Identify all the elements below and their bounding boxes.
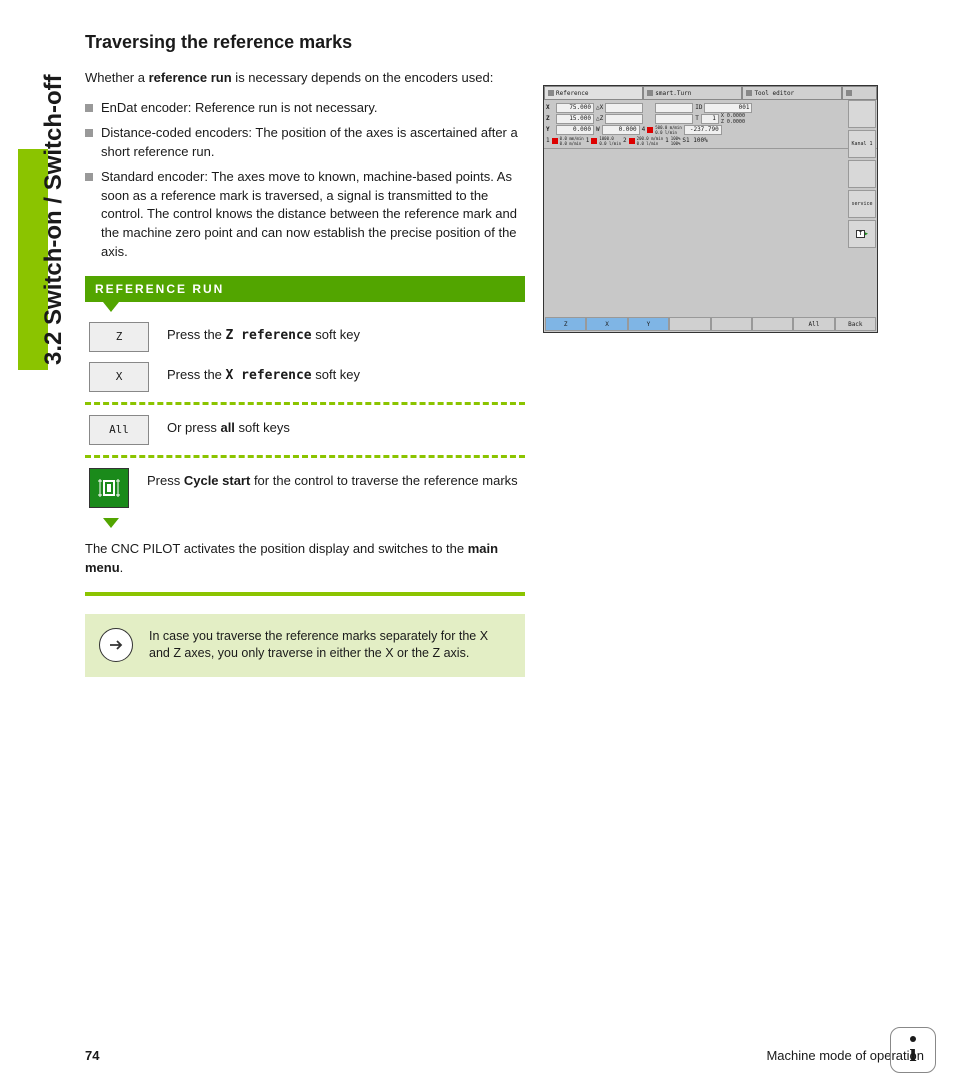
intro-pre: Whether a: [85, 70, 149, 85]
sc-softkey-empty[interactable]: [752, 317, 793, 331]
sc-softkey-x[interactable]: X: [586, 317, 627, 331]
info-icon: ı: [890, 1027, 936, 1073]
arrow-down-icon: [103, 518, 119, 528]
sc-row-y: Y 0.000 W 0.000 4 500.0 m/min0.0 l/min -…: [546, 124, 847, 135]
arrow-down-icon: [103, 302, 119, 312]
sc-side-buttons: Kanal 1 service T▶: [848, 100, 876, 248]
sc-softkey-empty[interactable]: [669, 317, 710, 331]
cycle-start-icon[interactable]: [89, 468, 129, 508]
step-cycle: Press Cycle start for the control to tra…: [85, 468, 525, 508]
step-x: X Press the X reference soft key: [85, 362, 525, 392]
bullet-item: EnDat encoder: Reference run is not nece…: [85, 99, 525, 118]
intro-text: Whether a reference run is necessary dep…: [85, 69, 525, 87]
intro-bold: reference run: [149, 70, 232, 85]
red-indicator: [552, 138, 558, 144]
red-indicator: [647, 127, 653, 133]
divider-dashed: [85, 455, 525, 458]
z-softkey[interactable]: Z: [89, 322, 149, 352]
sc-tab-tooleditor[interactable]: Tool editor: [742, 86, 841, 100]
closing-paragraph: The CNC PILOT activates the position dis…: [85, 540, 525, 578]
tab-icon: [548, 90, 554, 96]
sc-tab-smartturn[interactable]: smart.Turn: [643, 86, 742, 100]
page-footer: 74 Machine mode of operation: [85, 1048, 924, 1063]
divider-solid: [85, 592, 525, 596]
bullet-list: EnDat encoder: Reference run is not nece…: [85, 99, 525, 262]
bullet-item: Standard encoder: The axes move to known…: [85, 168, 525, 262]
sc-bottom-softkeys: Z X Y All Back: [545, 317, 876, 331]
sc-main-area: [544, 148, 877, 278]
step-x-text: Press the X reference soft key: [167, 362, 360, 385]
sc-tab-extra[interactable]: [842, 86, 877, 100]
sc-side-kanal[interactable]: Kanal 1: [848, 130, 876, 158]
red-indicator: [629, 138, 635, 144]
all-softkey[interactable]: All: [89, 415, 149, 445]
sc-softkey-z[interactable]: Z: [545, 317, 586, 331]
sc-softkey-y[interactable]: Y: [628, 317, 669, 331]
sc-data-panel: X 75.000 △X ID 001 Z 15.000 △Z T 1 X 0.0…: [544, 100, 849, 148]
tab-icon: [647, 90, 653, 96]
sc-row-z: Z 15.000 △Z T 1 X 0.0000Z 0.0000: [546, 113, 847, 124]
step-z: Z Press the Z reference soft key: [85, 322, 525, 352]
sc-side-service[interactable]: service: [848, 190, 876, 218]
sc-side-btn[interactable]: [848, 100, 876, 128]
sc-tabs: Reference smart.Turn Tool editor: [544, 86, 877, 100]
chapter-label: 3.2 Switch-on / Switch-off: [40, 74, 68, 365]
reference-run-header: REFERENCE RUN: [85, 276, 525, 302]
step-all-text: Or press all soft keys: [167, 415, 290, 437]
page-number: 74: [85, 1048, 99, 1063]
note-text: In case you traverse the reference marks…: [149, 629, 488, 661]
x-softkey[interactable]: X: [89, 362, 149, 392]
divider-dashed: [85, 402, 525, 405]
main-content: Traversing the reference marks Whether a…: [85, 32, 525, 677]
tab-icon: [746, 90, 752, 96]
sc-row-status: 1 0.0 mm/min0.0 m/min 1 1000.00.0 l/min …: [546, 135, 847, 146]
sc-softkey-all[interactable]: All: [793, 317, 834, 331]
step-cycle-text: Press Cycle start for the control to tra…: [147, 468, 518, 490]
step-all: All Or press all soft keys: [85, 415, 525, 445]
sc-side-t[interactable]: T▶: [848, 220, 876, 248]
sc-softkey-empty[interactable]: [711, 317, 752, 331]
sc-softkey-back[interactable]: Back: [835, 317, 876, 331]
note-box: In case you traverse the reference marks…: [85, 614, 525, 677]
cnc-screenshot: Reference smart.Turn Tool editor X 75.00…: [543, 85, 878, 333]
intro-post: is necessary depends on the encoders use…: [232, 70, 494, 85]
red-indicator: [591, 138, 597, 144]
tab-icon: [846, 90, 852, 96]
sc-row-x: X 75.000 △X ID 001: [546, 102, 847, 113]
note-arrow-icon: [99, 628, 133, 662]
page-heading: Traversing the reference marks: [85, 32, 525, 53]
sc-side-btn[interactable]: [848, 160, 876, 188]
bullet-item: Distance-coded encoders: The position of…: [85, 124, 525, 162]
sc-tab-reference[interactable]: Reference: [544, 86, 643, 100]
step-z-text: Press the Z reference soft key: [167, 322, 360, 345]
